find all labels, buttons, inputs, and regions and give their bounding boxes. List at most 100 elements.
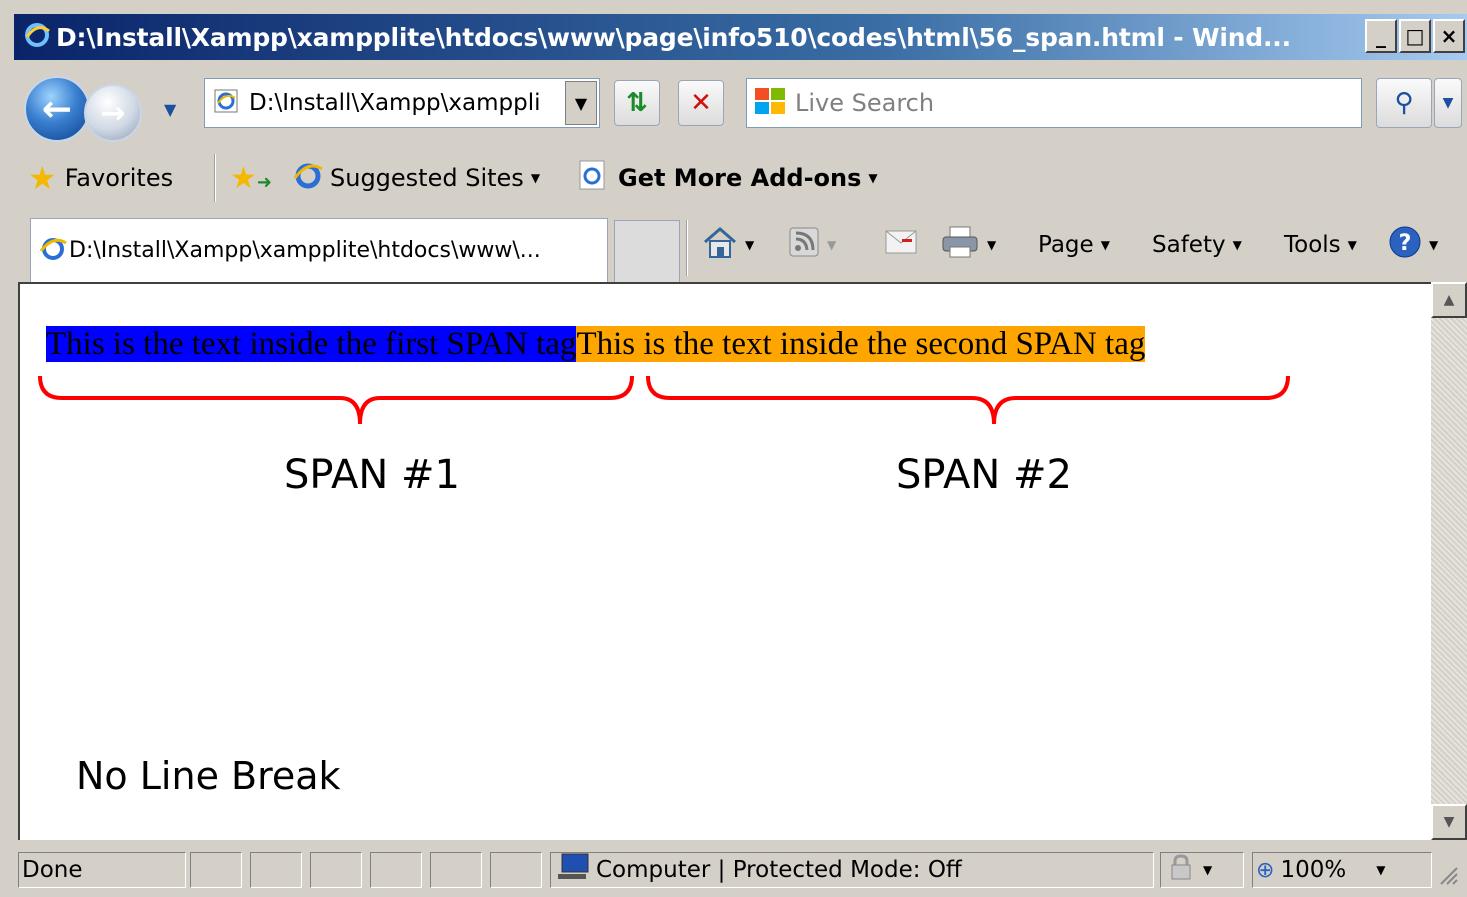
status-pane [190,852,242,888]
favorites-separator [214,154,216,202]
ie-logo-icon [24,22,50,52]
chevron-down-icon: ▼ [1203,863,1213,877]
status-pane [310,852,362,888]
vertical-scrollbar[interactable]: ▲ ▼ [1431,282,1467,840]
maximize-button[interactable]: □ [1399,19,1431,53]
svg-text:?: ? [1399,231,1412,256]
ie-icon [292,159,324,197]
tab-label: D:\Install\Xampp\xampplite\htdocs\www\..… [69,238,541,263]
forward-button[interactable]: → [84,84,142,142]
resize-grip-icon[interactable] [1437,864,1459,892]
ie-tab-icon [39,234,67,268]
span2-brace [646,375,1290,425]
span-braces [38,375,1290,425]
back-arrow-icon: ← [41,88,73,130]
new-tab-button[interactable] [614,220,680,282]
printer-icon [940,225,980,265]
tab-row: D:\Install\Xampp\xampplite\htdocs\www\..… [14,208,1467,282]
minimize-button[interactable]: _ [1365,19,1397,53]
status-pane [490,852,542,888]
recent-pages-dropdown-icon[interactable]: ▼ [164,100,176,119]
page-menu[interactable]: Page ▼ [1038,208,1110,282]
home-button[interactable]: ▼ [702,208,754,282]
search-placeholder: Live Search [795,89,935,117]
page-menu-label: Page [1038,232,1094,258]
status-bar: Done Computer | Protected Mode: Off ▼ ⊕ … [14,842,1467,897]
title-bar[interactable]: D:\Install\Xampp\xampplite\htdocs\www\pa… [14,14,1467,60]
page-icon [213,88,239,118]
tab-current[interactable]: D:\Install\Xampp\xampplite\htdocs\www\..… [30,218,608,282]
status-text: Done [22,857,83,883]
zone-indicator[interactable]: Computer | Protected Mode: Off [556,852,962,888]
status-pane [250,852,302,888]
favorites-button[interactable]: ★ Favorites [28,150,173,206]
home-icon [702,225,738,265]
scroll-down-button[interactable]: ▼ [1431,804,1467,840]
tools-menu[interactable]: Tools ▼ [1284,208,1357,282]
status-pane [370,852,422,888]
print-button[interactable]: ▼ [940,208,996,282]
help-button[interactable]: ? ▼ [1388,208,1438,282]
tools-menu-label: Tools [1284,232,1341,258]
safety-menu-label: Safety [1152,232,1226,258]
zone-text: Computer | Protected Mode: Off [596,857,962,883]
stop-button[interactable]: ✕ [678,80,724,126]
search-options-dropdown[interactable]: ▼ [1434,78,1462,128]
feeds-button[interactable]: ▼ [788,208,836,282]
favorites-bar: ★ Favorites ★➜ Suggested Sites ▼ Get Mor… [14,150,1467,206]
read-mail-button[interactable] [884,208,918,282]
search-icon: ⚲ [1394,88,1414,118]
command-separator [686,220,688,276]
chevron-down-icon: ▼ [530,171,541,185]
refresh-icon: ⇅ [626,88,648,118]
no-line-break-caption: No Line Break [76,754,341,798]
lock-icon [1166,853,1196,887]
add-to-favorites-bar-button[interactable]: ★➜ [230,150,272,206]
chevron-down-icon: ▼ [1376,863,1386,877]
scroll-up-button[interactable]: ▲ [1431,282,1467,318]
safety-menu[interactable]: Safety ▼ [1152,208,1242,282]
forward-arrow-icon: → [100,95,126,131]
suggested-sites-label: Suggested Sites [330,164,524,192]
chevron-down-icon: ▼ [745,238,755,252]
address-dropdown-button[interactable]: ▼ [565,81,597,125]
security-button[interactable]: ▼ [1166,852,1212,888]
chevron-down-icon: ▼ [1232,238,1242,252]
stop-icon: ✕ [690,88,712,118]
page-content: This is the text inside the first SPAN t… [18,282,1431,840]
get-more-addons-label: Get More Add-ons [618,164,862,192]
chevron-down-icon: ▼ [1100,238,1110,252]
chevron-down-icon: ▼ [987,238,997,252]
refresh-button[interactable]: ⇅ [614,80,660,126]
computer-icon [556,852,590,888]
suggested-sites-button[interactable]: Suggested Sites ▼ [292,150,540,206]
status-pane [430,852,482,888]
chevron-down-icon: ▼ [868,171,878,185]
add-favorite-icon: ★➜ [230,160,272,196]
mail-icon [884,229,918,261]
window-title: D:\Install\Xampp\xampplite\htdocs\www\pa… [56,22,1291,52]
close-button[interactable]: × [1433,19,1465,53]
star-icon: ★ [28,159,57,197]
zoom-icon: ⊕ [1256,857,1275,883]
back-button[interactable]: ← [24,76,90,142]
page-ie-icon [578,159,608,197]
address-bar[interactable]: D:\Install\Xampp\xamppli ▼ [204,78,600,128]
rss-feed-icon [788,226,820,264]
zoom-level: 100% [1280,857,1347,883]
search-button[interactable]: ⚲ [1376,78,1432,128]
span2-label: SPAN #2 [896,452,1072,498]
span1-label: SPAN #1 [284,452,460,498]
get-more-addons-button[interactable]: Get More Add-ons ▼ [578,150,878,206]
chevron-down-icon: ▼ [827,238,837,252]
chevron-down-icon: ▼ [1347,238,1357,252]
span1-brace [38,375,634,425]
help-icon: ? [1388,225,1422,265]
favorites-label: Favorites [64,164,174,192]
chevron-down-icon: ▼ [1429,238,1439,252]
windows-live-icon [753,86,787,120]
address-input[interactable]: D:\Install\Xampp\xamppli [249,90,549,116]
zoom-control[interactable]: ⊕ 100% ▼ [1256,852,1385,888]
navigation-toolbar: ← → ▼ D:\Install\Xampp\xamppli ▼ ⇅ ✕ Liv… [14,62,1467,148]
search-field[interactable]: Live Search [746,78,1362,128]
